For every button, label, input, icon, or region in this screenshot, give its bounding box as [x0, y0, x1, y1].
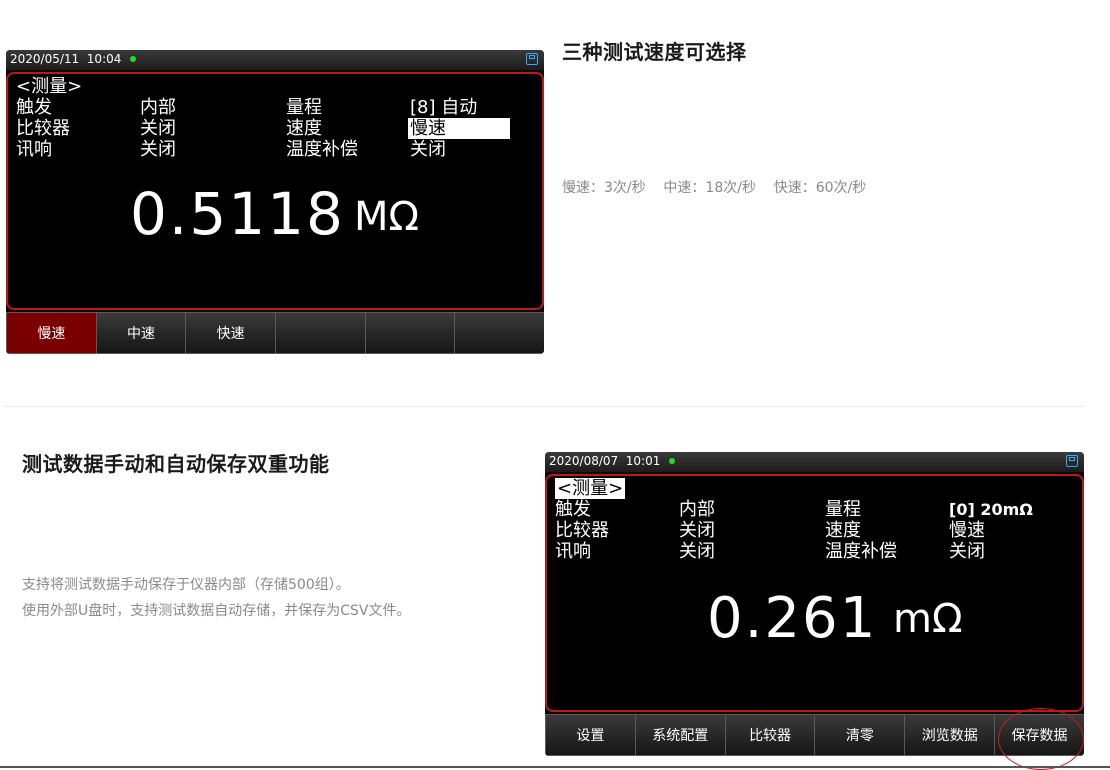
range-value[interactable]: [8] 自动: [410, 97, 477, 118]
measurement-panel: <测量> 触发 内部 量程 [8] 自动 比较器 关闭 速度 慢速 讯响 关闭 …: [6, 72, 544, 310]
comparator-label: 比较器: [555, 520, 609, 541]
measurement-reading: 0.261: [707, 586, 878, 651]
measurement-unit: mΩ: [893, 596, 963, 642]
temp-comp-label: 温度补偿: [286, 139, 358, 160]
softkey-medium[interactable]: 中速: [95, 312, 187, 354]
measurement-panel: <测量> 触发 内部 量程 [0] 20mΩ 比较器 关闭 速度 慢速 讯响 关…: [545, 474, 1084, 712]
softkey-system-config[interactable]: 系统配置: [634, 714, 726, 756]
instrument-screen-2: 2020/08/07 10:01 <测量> 触发 内部 量程 [0] 20mΩ …: [545, 452, 1084, 756]
range-label: 量程: [825, 499, 861, 520]
comparator-value[interactable]: 关闭: [140, 118, 176, 139]
section-title-save: 测试数据手动和自动保存双重功能: [22, 452, 330, 476]
bottom-rule: [0, 766, 1110, 768]
softkey-bar: 慢速 中速 快速: [6, 312, 544, 354]
temp-comp-value[interactable]: 关闭: [410, 139, 446, 160]
speed-label: 速度: [286, 118, 322, 139]
status-bar: 2020/05/11 10:04: [6, 50, 544, 70]
status-dot-icon: [130, 56, 136, 62]
speed-description: 慢速：3次/秒 中速：18次/秒 快速：60次/秒: [562, 180, 867, 196]
softkey-comparator[interactable]: 比较器: [724, 714, 816, 756]
measurement-unit: MΩ: [354, 194, 420, 240]
measurement-reading: 0.5118: [130, 180, 345, 248]
softkey-slow[interactable]: 慢速: [6, 312, 97, 354]
save-description-line-1: 支持将测试数据手动保存于仪器内部（存储500组）。: [22, 577, 350, 593]
storage-icon: [526, 53, 538, 65]
softkey-fast[interactable]: 快速: [185, 312, 277, 354]
status-bar: 2020/08/07 10:01: [545, 452, 1084, 472]
trigger-value[interactable]: 内部: [679, 499, 715, 520]
mode-title: <测量>: [16, 76, 83, 97]
section-title-speed: 三种测试速度可选择: [562, 40, 747, 64]
softkey-empty-4[interactable]: [275, 312, 366, 354]
comparator-value[interactable]: 关闭: [679, 520, 715, 541]
comparator-label: 比较器: [16, 118, 70, 139]
softkey-browse-data[interactable]: 浏览数据: [904, 714, 996, 756]
datetime: 2020/08/07 10:01: [549, 454, 661, 468]
softkey-zero[interactable]: 清零: [814, 714, 906, 756]
temp-comp-value[interactable]: 关闭: [949, 541, 985, 562]
softkey-empty-5[interactable]: [364, 312, 456, 354]
highlight-circle: [998, 708, 1084, 770]
temp-comp-label: 温度补偿: [825, 541, 897, 562]
speed-value[interactable]: 慢速: [949, 520, 985, 541]
beep-value[interactable]: 关闭: [140, 139, 176, 160]
status-dot-icon: [669, 458, 675, 464]
datetime: 2020/05/11 10:04: [10, 52, 122, 66]
beep-label: 讯响: [555, 541, 591, 562]
save-description-line-2: 使用外部U盘时，支持测试数据自动存储，并保存为CSV文件。: [22, 603, 411, 619]
trigger-value[interactable]: 内部: [140, 97, 176, 118]
speed-label: 速度: [825, 520, 861, 541]
mode-title: <测量>: [555, 478, 626, 499]
trigger-label: 触发: [16, 97, 52, 118]
softkey-settings[interactable]: 设置: [545, 714, 636, 756]
instrument-screen-1: 2020/05/11 10:04 <测量> 触发 内部 量程 [8] 自动 比较…: [6, 50, 544, 354]
range-value[interactable]: [0] 20mΩ: [949, 499, 1033, 520]
trigger-label: 触发: [555, 499, 591, 520]
beep-value[interactable]: 关闭: [679, 541, 715, 562]
softkey-empty-6[interactable]: [454, 312, 544, 354]
beep-label: 讯响: [16, 139, 52, 160]
storage-icon: [1066, 455, 1078, 467]
speed-value[interactable]: 慢速: [408, 118, 510, 139]
range-label: 量程: [286, 97, 322, 118]
section-divider: [4, 406, 1084, 407]
